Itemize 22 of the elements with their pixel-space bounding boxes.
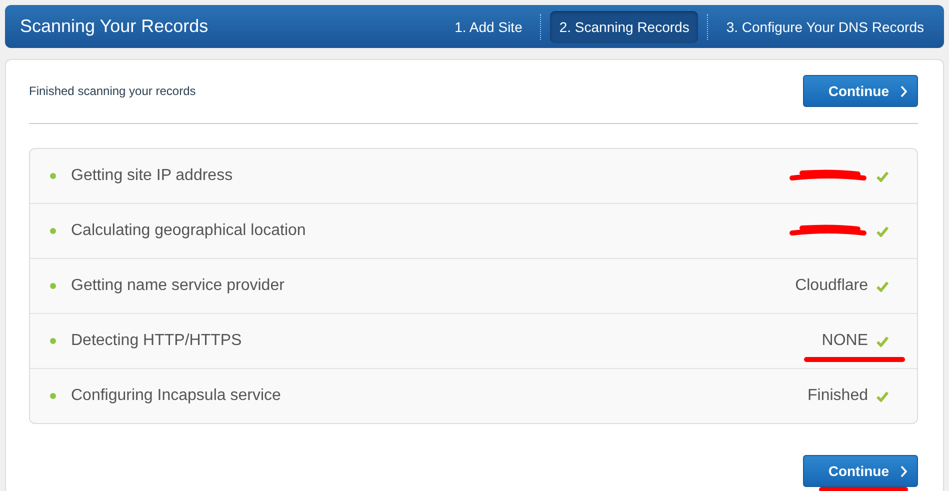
step-label: Getting name service provider [71, 277, 286, 295]
step-label: Configuring Incapsula service [71, 387, 282, 405]
step-value: NONE [822, 332, 868, 350]
bullet-icon [50, 338, 56, 344]
step-label: Detecting HTTP/HTTPS [71, 332, 243, 350]
step-tab[interactable]: 1. Add Site [446, 10, 532, 42]
continue-button[interactable]: Continue [803, 455, 918, 487]
step-tab[interactable]: 2. Scanning Records [550, 10, 698, 42]
step-value: Finished [808, 387, 868, 405]
chevron-icon [900, 464, 908, 478]
step-label: Calculating geographical location [71, 222, 307, 240]
chevron-icon [900, 84, 908, 98]
page-title: Scanning Your Records [20, 16, 208, 37]
step-value: Cloudflare [795, 277, 868, 295]
bullet-icon [50, 228, 56, 234]
step-label: Getting site IP address [71, 167, 234, 185]
bullet-icon [50, 283, 56, 289]
step-tab[interactable]: 3. Configure Your DNS Records [717, 10, 933, 42]
status-text: Finished scanning your records [29, 84, 196, 98]
bullet-icon [50, 173, 56, 179]
bullet-icon [50, 393, 56, 399]
continue-button[interactable]: Continue [803, 75, 918, 107]
